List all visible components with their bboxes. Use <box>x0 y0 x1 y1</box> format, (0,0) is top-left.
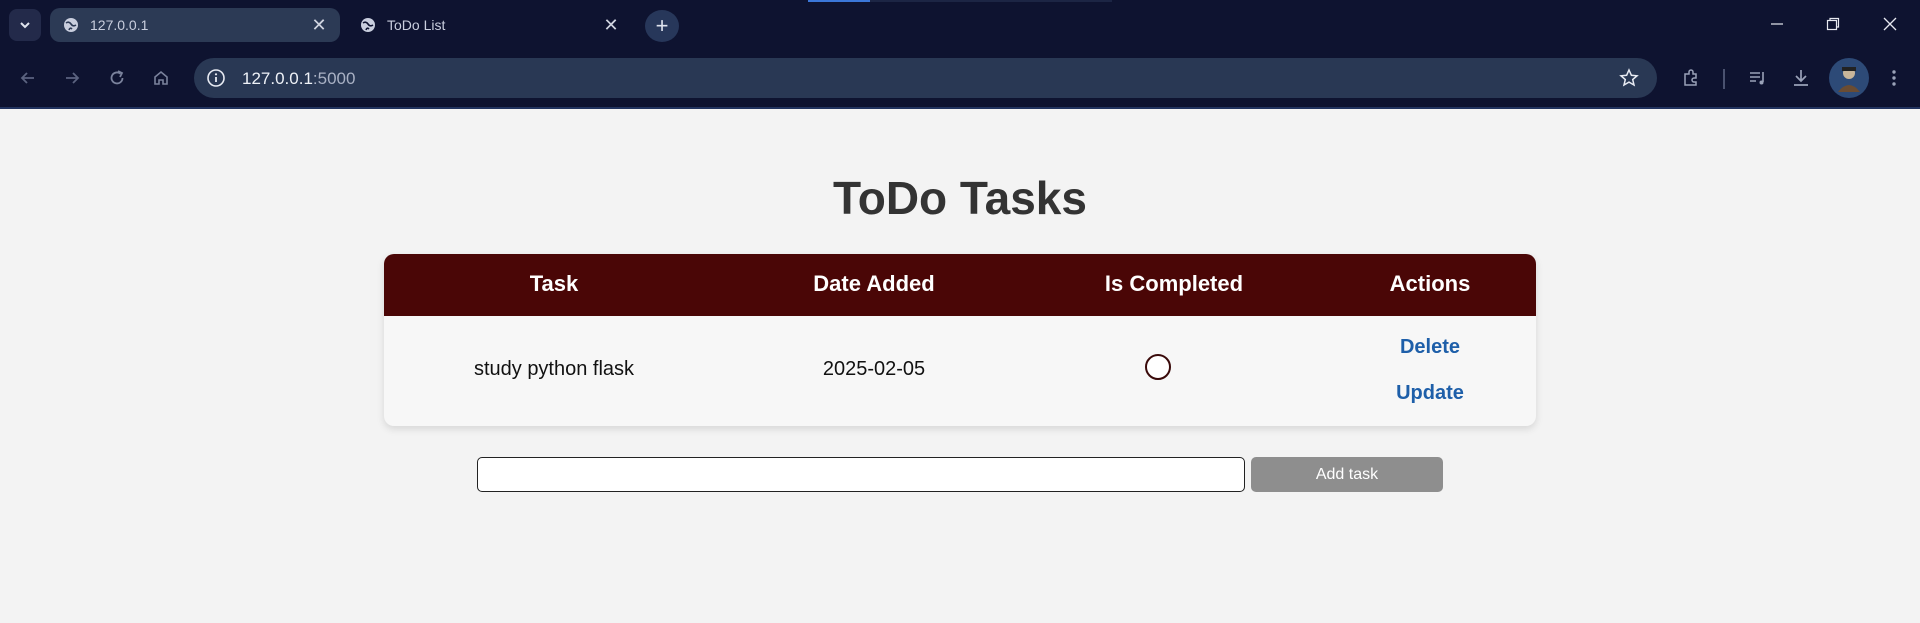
url-text: 127.0.0.1:5000 <box>242 69 355 89</box>
browser-toolbar: 127.0.0.1:5000 <box>0 49 1920 107</box>
task-cell: study python flask <box>473 358 635 380</box>
tab-search-button[interactable] <box>9 9 41 41</box>
home-icon <box>154 70 168 85</box>
downloads-button[interactable] <box>1789 66 1813 90</box>
page-content: ToDo Tasks Task Date Added Is Completed … <box>0 109 1920 623</box>
extensions-button[interactable] <box>1679 66 1703 90</box>
header-task: Task <box>529 271 579 296</box>
update-link[interactable]: Update <box>1324 382 1536 405</box>
table-row: study python flask 2025-02-05 Delete Upd… <box>384 316 1536 426</box>
date-added-cell: 2025-02-05 <box>822 358 926 380</box>
header-is-completed: Is Completed <box>1104 271 1244 296</box>
minimize-icon <box>1771 23 1783 25</box>
accent-bar-dim <box>870 0 1112 2</box>
media-control-button[interactable] <box>1746 66 1770 90</box>
tab-todo-list[interactable]: ToDo List ✕ <box>347 8 632 42</box>
globe-icon <box>64 18 78 32</box>
tab-title: ToDo List <box>387 17 446 33</box>
restore-button[interactable] <box>1813 12 1853 36</box>
address-bar[interactable]: 127.0.0.1:5000 <box>194 58 1657 98</box>
reload-icon <box>110 70 124 85</box>
profile-avatar[interactable] <box>1829 58 1869 98</box>
playlist-icon <box>1750 72 1764 85</box>
delete-link[interactable]: Delete <box>1324 336 1536 359</box>
table-header: Task Date Added Is Completed Actions <box>384 254 1536 316</box>
close-icon[interactable]: ✕ <box>308 14 330 36</box>
forward-button[interactable] <box>60 66 84 90</box>
tab-title: 127.0.0.1 <box>90 17 149 33</box>
reload-button[interactable] <box>105 66 129 90</box>
kebab-menu-icon <box>1892 70 1896 86</box>
url-host: 127.0.0.1 <box>242 69 313 88</box>
forward-arrow-icon <box>66 72 80 84</box>
star-icon[interactable] <box>1619 68 1639 88</box>
tab-127-0-0-1[interactable]: 127.0.0.1 ✕ <box>50 8 340 42</box>
add-task-button[interactable]: Add task <box>1251 457 1443 492</box>
header-actions: Actions <box>1389 271 1471 296</box>
browser-chrome: 127.0.0.1 ✕ ToDo List ✕ + 127.0.0.1:5000 <box>0 0 1920 109</box>
puzzle-icon <box>1684 69 1697 86</box>
globe-icon <box>361 18 375 32</box>
new-tab-button[interactable]: + <box>645 10 679 42</box>
close-window-button[interactable] <box>1870 12 1910 36</box>
minimize-button[interactable] <box>1757 12 1797 36</box>
close-icon <box>1883 17 1897 31</box>
close-icon[interactable]: ✕ <box>600 14 622 36</box>
page-title: ToDo Tasks <box>833 172 1087 224</box>
back-arrow-icon <box>20 72 34 84</box>
plus-icon: + <box>655 13 669 38</box>
url-port: :5000 <box>312 69 356 88</box>
download-icon <box>1794 70 1808 86</box>
toolbar-separator <box>1723 69 1725 89</box>
header-date-added: Date Added <box>813 271 935 296</box>
info-icon[interactable] <box>206 68 226 88</box>
back-button[interactable] <box>16 66 40 90</box>
avatar-icon <box>1838 67 1860 92</box>
tab-strip: 127.0.0.1 ✕ ToDo List ✕ + <box>0 0 1920 49</box>
menu-button[interactable] <box>1882 66 1906 90</box>
accent-bar <box>808 0 870 2</box>
tasks-table: Task Date Added Is Completed Actions stu… <box>384 254 1536 426</box>
new-task-input[interactable] <box>477 457 1245 492</box>
completed-toggle[interactable] <box>1145 354 1171 380</box>
restore-icon <box>1826 17 1840 31</box>
home-button[interactable] <box>149 66 173 90</box>
chevron-down-icon <box>20 22 30 29</box>
